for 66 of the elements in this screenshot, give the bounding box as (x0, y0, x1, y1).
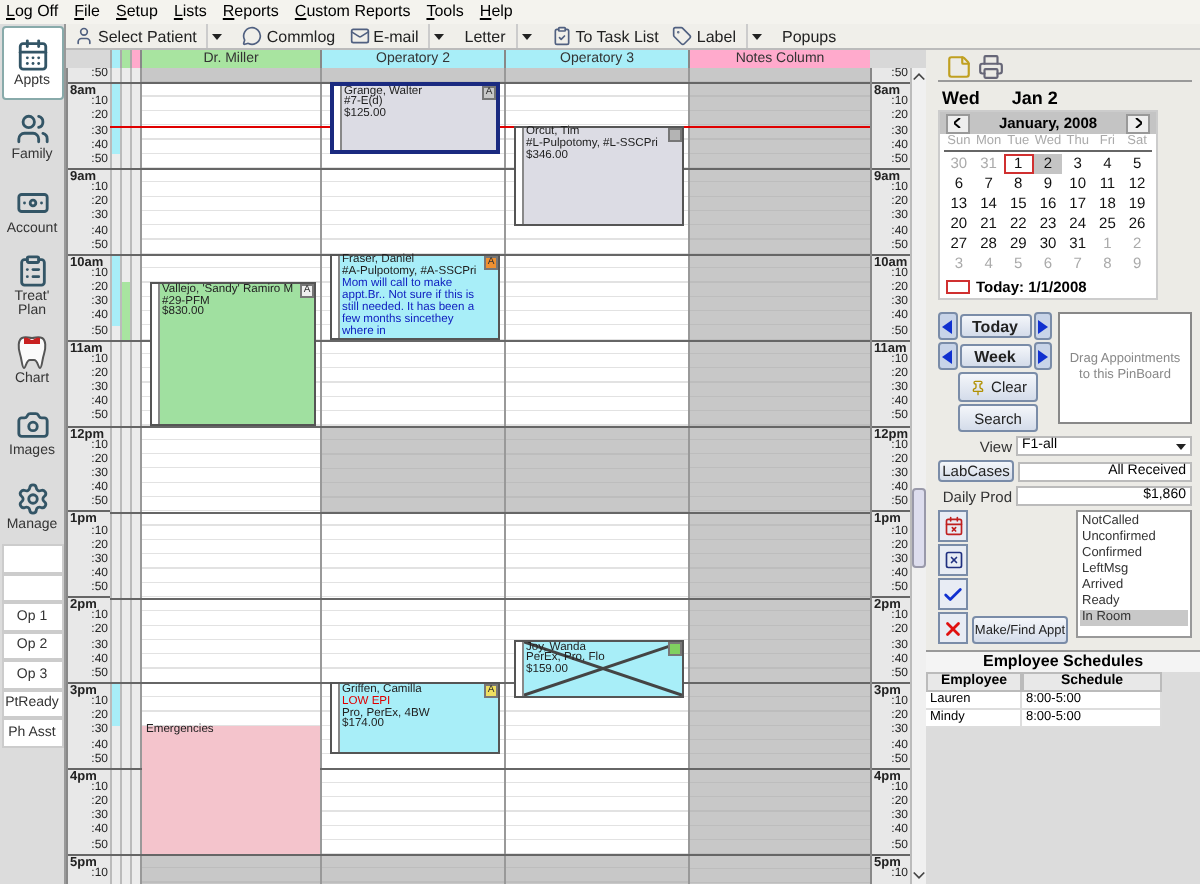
tooth-icon (16, 333, 48, 369)
previous-button[interactable] (938, 342, 957, 370)
scrollbar-thumb[interactable] (912, 488, 926, 568)
chat-icon (242, 26, 263, 46)
toolbar-button[interactable]: Select Patient (70, 24, 201, 48)
tag-icon (672, 26, 693, 46)
camera-icon (15, 408, 49, 442)
toolbar-button[interactable]: Commlog (238, 24, 340, 48)
previous-month-button[interactable] (946, 113, 970, 133)
toolbar-button[interactable]: E-mail (345, 24, 423, 48)
dropdown-button[interactable] (745, 24, 766, 48)
left-triangle-icon (942, 349, 953, 363)
broken-cross-icon (524, 642, 682, 696)
caret-icon (1176, 443, 1186, 449)
calendar-icon (15, 38, 49, 72)
checklist-icon (551, 26, 572, 46)
today-button[interactable]: Today (959, 314, 1031, 338)
printer-icon[interactable] (978, 54, 1004, 80)
menu-item[interactable]: Help (479, 2, 513, 22)
complete-button[interactable] (938, 578, 968, 610)
date-label: Jan 2 (1011, 87, 1058, 107)
dropdown-button[interactable] (515, 24, 536, 48)
week-button[interactable]: Week (959, 344, 1031, 368)
toolbar-button[interactable]: To Task List (547, 24, 663, 48)
envelope-icon (349, 26, 370, 46)
right-triangle-icon (1037, 319, 1048, 333)
unschedule-button[interactable] (938, 510, 968, 542)
menu-item[interactable]: Reports (222, 2, 279, 22)
toolbar-button[interactable]: Label (668, 24, 740, 48)
empty-list-row (1, 544, 63, 573)
next-month-button[interactable] (1126, 113, 1150, 133)
caret-icon (751, 33, 762, 39)
close-icon (942, 617, 964, 639)
caret-icon (521, 33, 532, 39)
delete-button[interactable] (938, 612, 968, 644)
left-triangle-icon (942, 319, 953, 333)
caret-icon (212, 33, 223, 39)
break-button[interactable] (938, 544, 968, 576)
next-button[interactable] (1033, 342, 1052, 370)
toolbar-button[interactable]: Popups (777, 24, 841, 48)
menu-item[interactable]: Lists (173, 2, 207, 22)
previous-button[interactable] (938, 312, 957, 340)
dropdown-button[interactable] (428, 24, 449, 48)
dropdown-button[interactable] (206, 24, 227, 48)
menu-item[interactable]: Setup (116, 2, 158, 22)
today-marker-icon (946, 279, 970, 293)
clipboard-icon (15, 253, 49, 287)
next-button[interactable] (1033, 312, 1052, 340)
gears-icon (15, 482, 49, 516)
menu-item[interactable]: Tools (426, 2, 464, 22)
menu-item[interactable]: Custom Reports (294, 2, 411, 22)
calendar-x-icon (943, 516, 963, 536)
caret-icon (434, 33, 445, 39)
right-triangle-icon (1037, 349, 1048, 363)
crossed-box-icon (943, 550, 963, 570)
panel-title: Employee Schedules (926, 652, 1200, 672)
person-icon (74, 26, 94, 46)
menu-item[interactable]: Log Off (6, 2, 59, 22)
empty-list-row (1, 573, 63, 602)
menu-item[interactable]: File (74, 2, 101, 22)
scrollbar[interactable] (910, 68, 926, 884)
toolbar-button[interactable]: Letter (460, 24, 510, 48)
pin-icon (969, 379, 986, 395)
check-icon (942, 583, 964, 605)
weekday-label: Wed (942, 87, 980, 107)
people-icon (15, 112, 49, 146)
